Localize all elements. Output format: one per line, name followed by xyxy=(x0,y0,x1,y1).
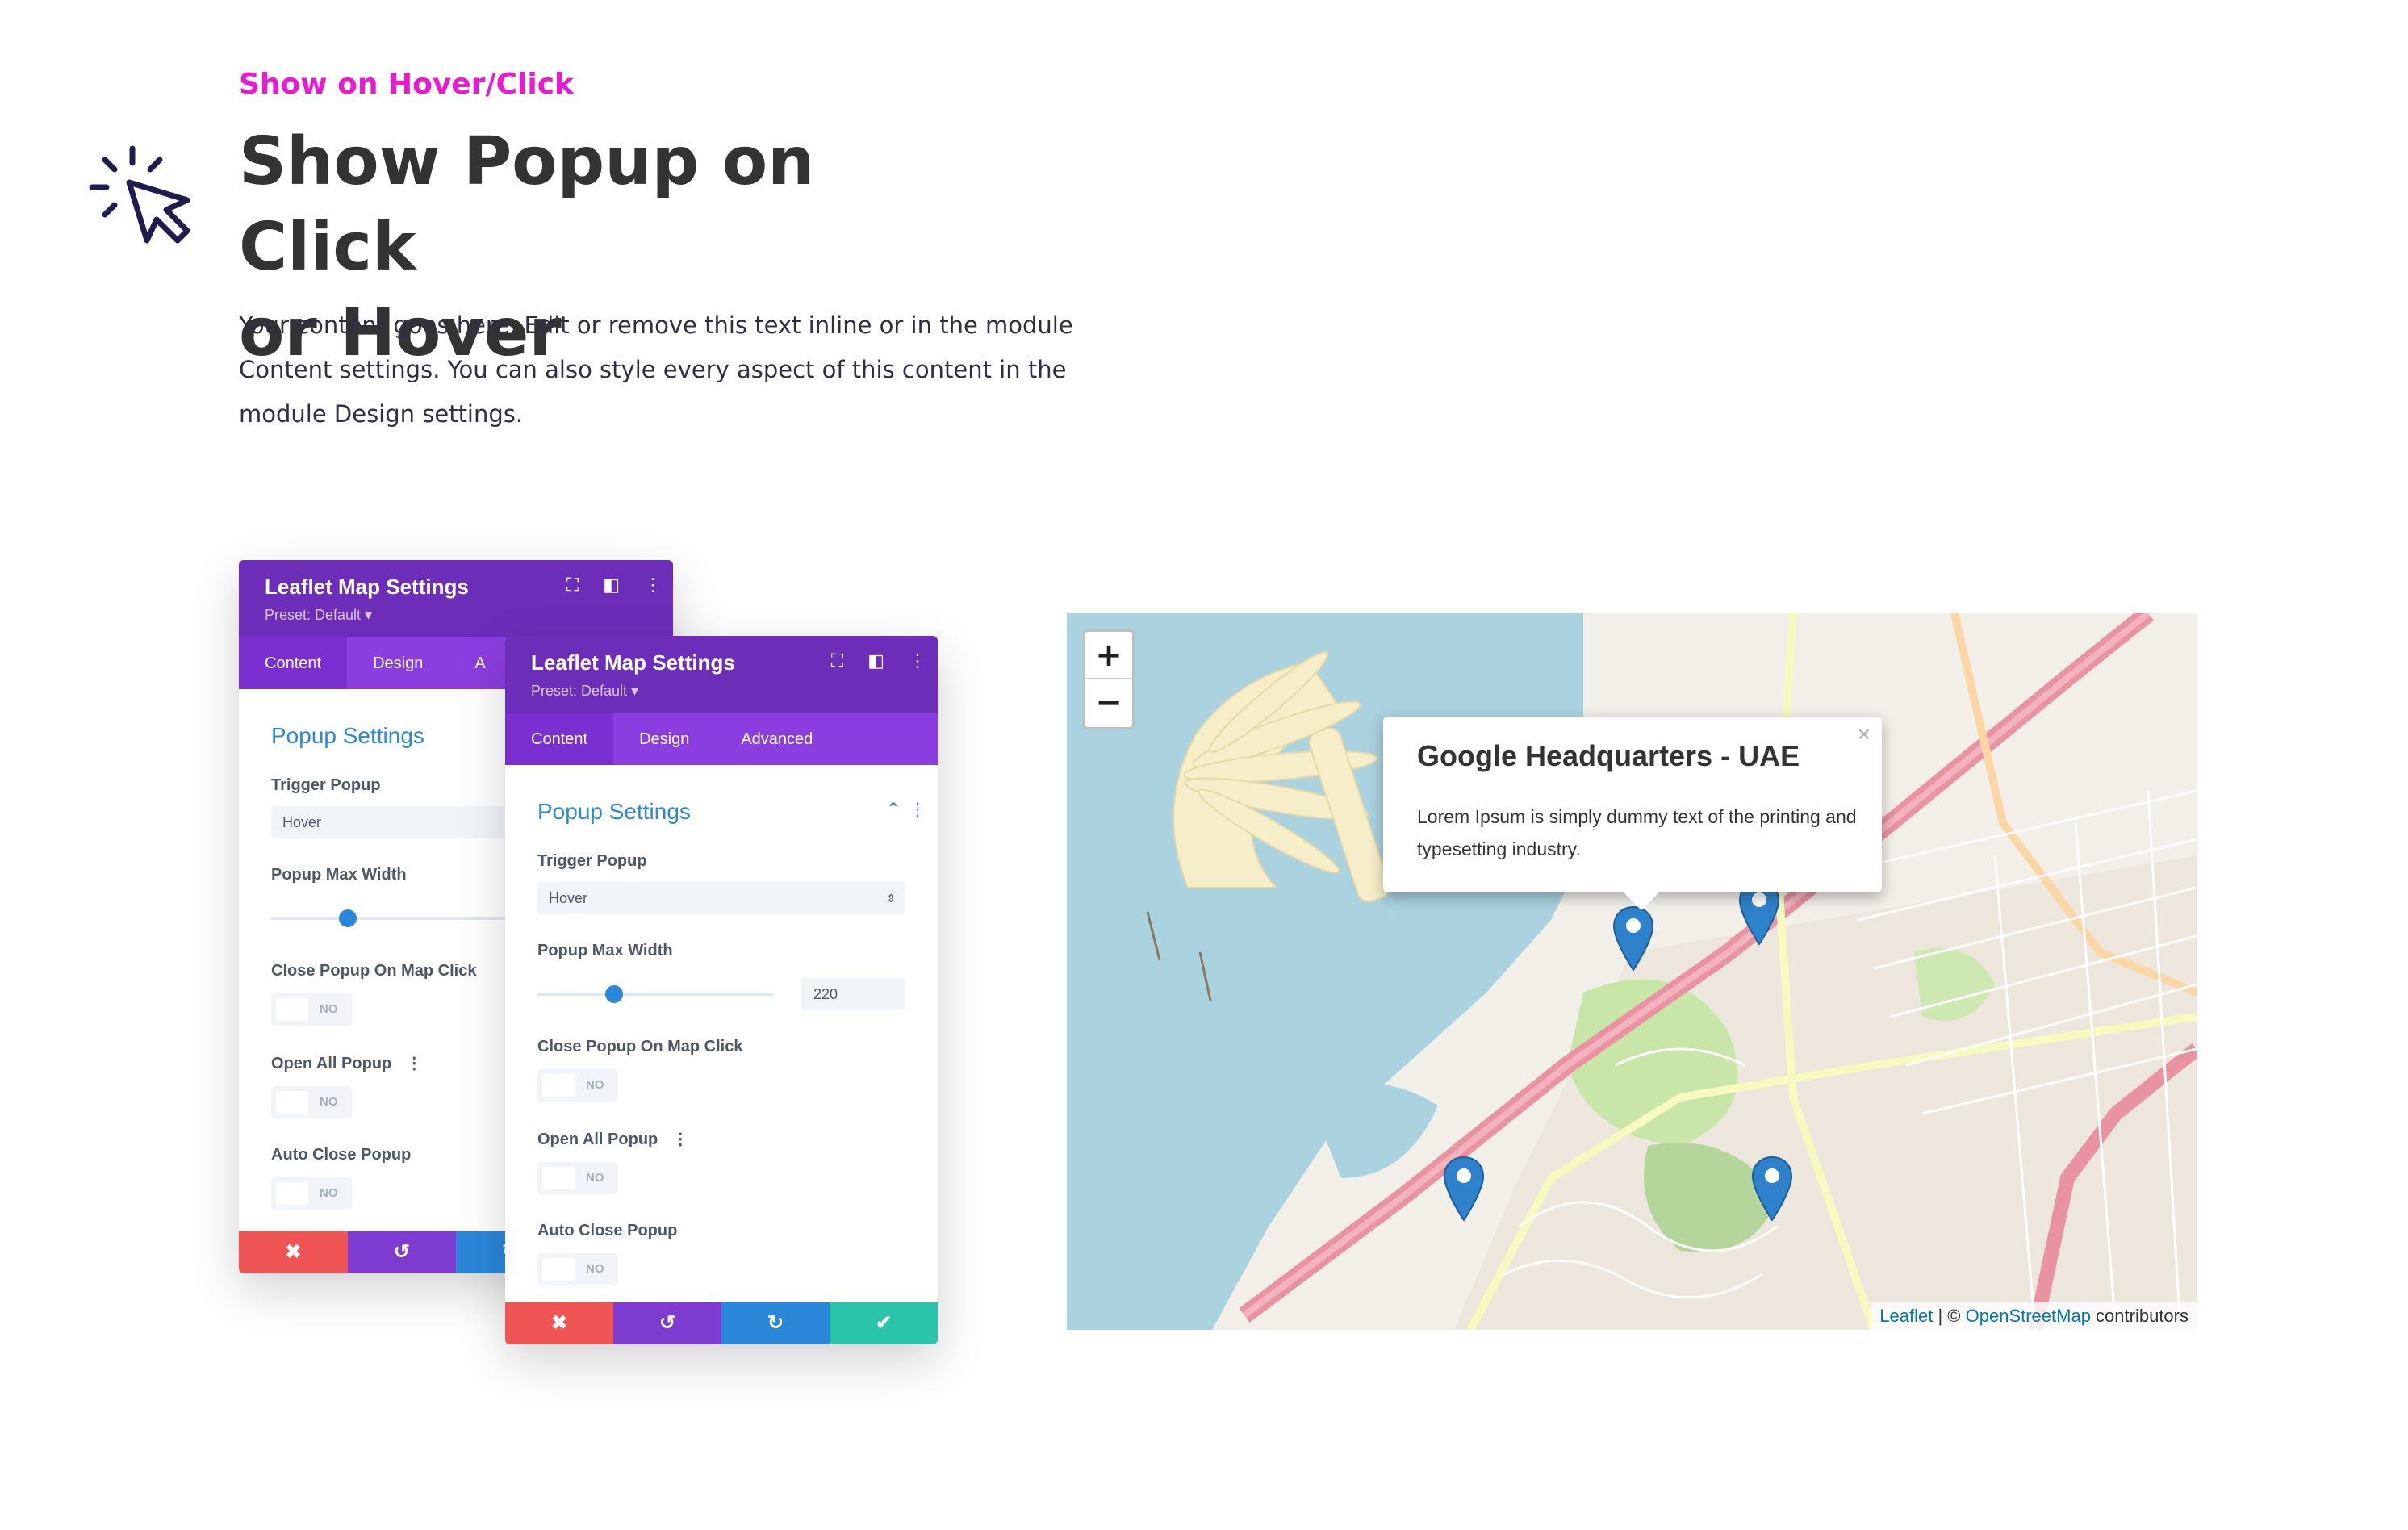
split-view-icon[interactable]: ◧ xyxy=(603,575,620,596)
kebab-icon[interactable]: ⋮ xyxy=(672,1129,688,1149)
trigger-label: Trigger Popup xyxy=(537,852,647,870)
tab-content[interactable]: Content xyxy=(505,713,614,765)
popup-title: Google Headquarters - UAE xyxy=(1417,739,1800,772)
preset-dropdown[interactable]: Preset: Default ▾ xyxy=(265,607,372,624)
toggle-state: NO xyxy=(586,1262,604,1276)
trigger-value: Hover xyxy=(282,814,322,830)
preset-dropdown[interactable]: Preset: Default ▾ xyxy=(531,683,638,700)
split-view-icon[interactable]: ◧ xyxy=(867,650,884,671)
more-options-icon[interactable]: ⋮ xyxy=(909,650,926,671)
trigger-select[interactable]: Hover ⇕ xyxy=(537,882,905,914)
toggle-state: NO xyxy=(586,1171,604,1185)
max-width-label: Popup Max Width xyxy=(537,942,673,959)
cursor-click-icon xyxy=(89,145,190,244)
max-width-input[interactable]: 220 xyxy=(801,978,905,1010)
attribution-separator: | © xyxy=(1933,1306,1966,1326)
popup-close-button[interactable]: × xyxy=(1858,721,1871,747)
max-width-slider[interactable]: 220 xyxy=(537,978,905,1010)
header-icons: ⛶ ◧ ⋮ xyxy=(831,650,926,671)
popup-text: Lorem Ipsum is simply dummy text of the … xyxy=(1417,806,1857,859)
discard-button[interactable]: ✖ xyxy=(239,1231,348,1273)
close-icon: ✖ xyxy=(285,1241,302,1263)
tab-content[interactable]: Content xyxy=(239,638,348,689)
undo-button[interactable]: ↺ xyxy=(347,1231,456,1273)
undo-button[interactable]: ↺ xyxy=(613,1302,721,1344)
tab-advanced[interactable]: A xyxy=(449,638,511,689)
select-arrows-icon: ⇕ xyxy=(886,892,896,905)
leaflet-link[interactable]: Leaflet xyxy=(1879,1306,1933,1326)
section-title-text: Popup Settings xyxy=(537,799,691,824)
panel-title: Leaflet Map Settings xyxy=(265,575,469,599)
save-button[interactable]: ✔ xyxy=(830,1302,938,1344)
close-icon: ✖ xyxy=(550,1312,568,1334)
map-marker-icon[interactable] xyxy=(1751,1156,1793,1222)
header-icons: ⛶ ◧ ⋮ xyxy=(566,575,662,596)
open-all-text: Open All Popup xyxy=(271,1055,392,1072)
auto-close-toggle[interactable]: NO xyxy=(537,1253,618,1285)
open-all-toggle[interactable]: NO xyxy=(537,1162,618,1194)
kebab-icon[interactable]: ⋮ xyxy=(406,1053,422,1073)
open-all-toggle[interactable]: NO xyxy=(271,1086,352,1118)
zoom-control: + − xyxy=(1083,629,1135,729)
undo-icon: ↺ xyxy=(393,1241,410,1263)
zoom-in-button[interactable]: + xyxy=(1085,632,1132,679)
undo-icon: ↺ xyxy=(658,1312,676,1334)
close-on-click-toggle[interactable]: NO xyxy=(271,993,352,1026)
auto-close-label: Auto Close Popup xyxy=(537,1222,678,1239)
section-menu-icon[interactable]: ⋮ xyxy=(909,799,926,820)
tab-design[interactable]: Design xyxy=(613,713,715,765)
chevron-up-icon[interactable]: ⌃ xyxy=(886,799,901,820)
toggle-state: NO xyxy=(586,1078,604,1092)
panel-tabs: Content Design Advanced xyxy=(505,713,938,765)
fullscreen-icon[interactable]: ⛶ xyxy=(831,650,843,671)
tab-advanced[interactable]: Advanced xyxy=(715,713,838,765)
panel-title: Leaflet Map Settings xyxy=(531,650,735,675)
eyebrow-heading: Show on Hover/Click xyxy=(239,68,575,101)
map-popup: × Google Headquarters - UAE Lorem Ipsum … xyxy=(1383,717,1882,910)
map-attribution: Leaflet | © OpenStreetMap contributors xyxy=(1871,1302,2197,1330)
osm-link[interactable]: OpenStreetMap xyxy=(1966,1306,2091,1326)
tab-design[interactable]: Design xyxy=(347,638,449,689)
redo-button[interactable]: ↻ xyxy=(721,1302,830,1344)
toggle-state: NO xyxy=(320,1095,338,1109)
redo-icon: ↻ xyxy=(767,1312,784,1334)
close-on-click-label: Close Popup On Map Click xyxy=(537,1038,743,1056)
check-icon: ✔ xyxy=(875,1312,893,1334)
panel-header: Leaflet Map Settings Preset: Default ▾ ⛶… xyxy=(505,636,938,713)
settings-panel-front: Leaflet Map Settings Preset: Default ▾ ⛶… xyxy=(505,636,938,1344)
open-all-label: Open All Popup ⋮ xyxy=(537,1129,905,1149)
panel-footer: ✖ ↺ ↻ ✔ xyxy=(505,1302,938,1344)
title-line-1: Show Popup on Click xyxy=(239,123,815,286)
toggle-state: NO xyxy=(320,1002,338,1016)
more-options-icon[interactable]: ⋮ xyxy=(644,575,662,596)
leaflet-map[interactable]: + − × Google Headquarters - UAE Lorem Ip… xyxy=(1067,613,2197,1330)
slider-track[interactable] xyxy=(537,993,773,996)
zoom-out-button[interactable]: − xyxy=(1085,679,1132,727)
attribution-suffix: contributors xyxy=(2090,1306,2189,1326)
fullscreen-icon[interactable]: ⛶ xyxy=(566,575,579,596)
slider-knob[interactable] xyxy=(605,985,623,1003)
trigger-value: Hover xyxy=(549,890,588,906)
discard-button[interactable]: ✖ xyxy=(505,1302,613,1344)
open-all-text: Open All Popup xyxy=(537,1131,658,1148)
slider-track[interactable] xyxy=(271,917,513,920)
section-title[interactable]: Popup Settings ⌃ ⋮ xyxy=(537,799,926,825)
panel-body: Popup Settings ⌃ ⋮ Trigger Popup Hover ⇕ … xyxy=(505,799,938,1285)
close-on-click-toggle[interactable]: NO xyxy=(537,1069,618,1102)
toggle-state: NO xyxy=(320,1186,338,1200)
auto-close-toggle[interactable]: NO xyxy=(271,1177,352,1210)
map-marker-icon[interactable] xyxy=(1443,1156,1485,1222)
slider-knob[interactable] xyxy=(339,909,357,927)
panel-header: Leaflet Map Settings Preset: Default ▾ ⛶… xyxy=(239,560,673,638)
page-description: Your content goes here. Edit or remove t… xyxy=(239,311,1073,428)
map-marker-icon[interactable] xyxy=(1612,905,1654,972)
